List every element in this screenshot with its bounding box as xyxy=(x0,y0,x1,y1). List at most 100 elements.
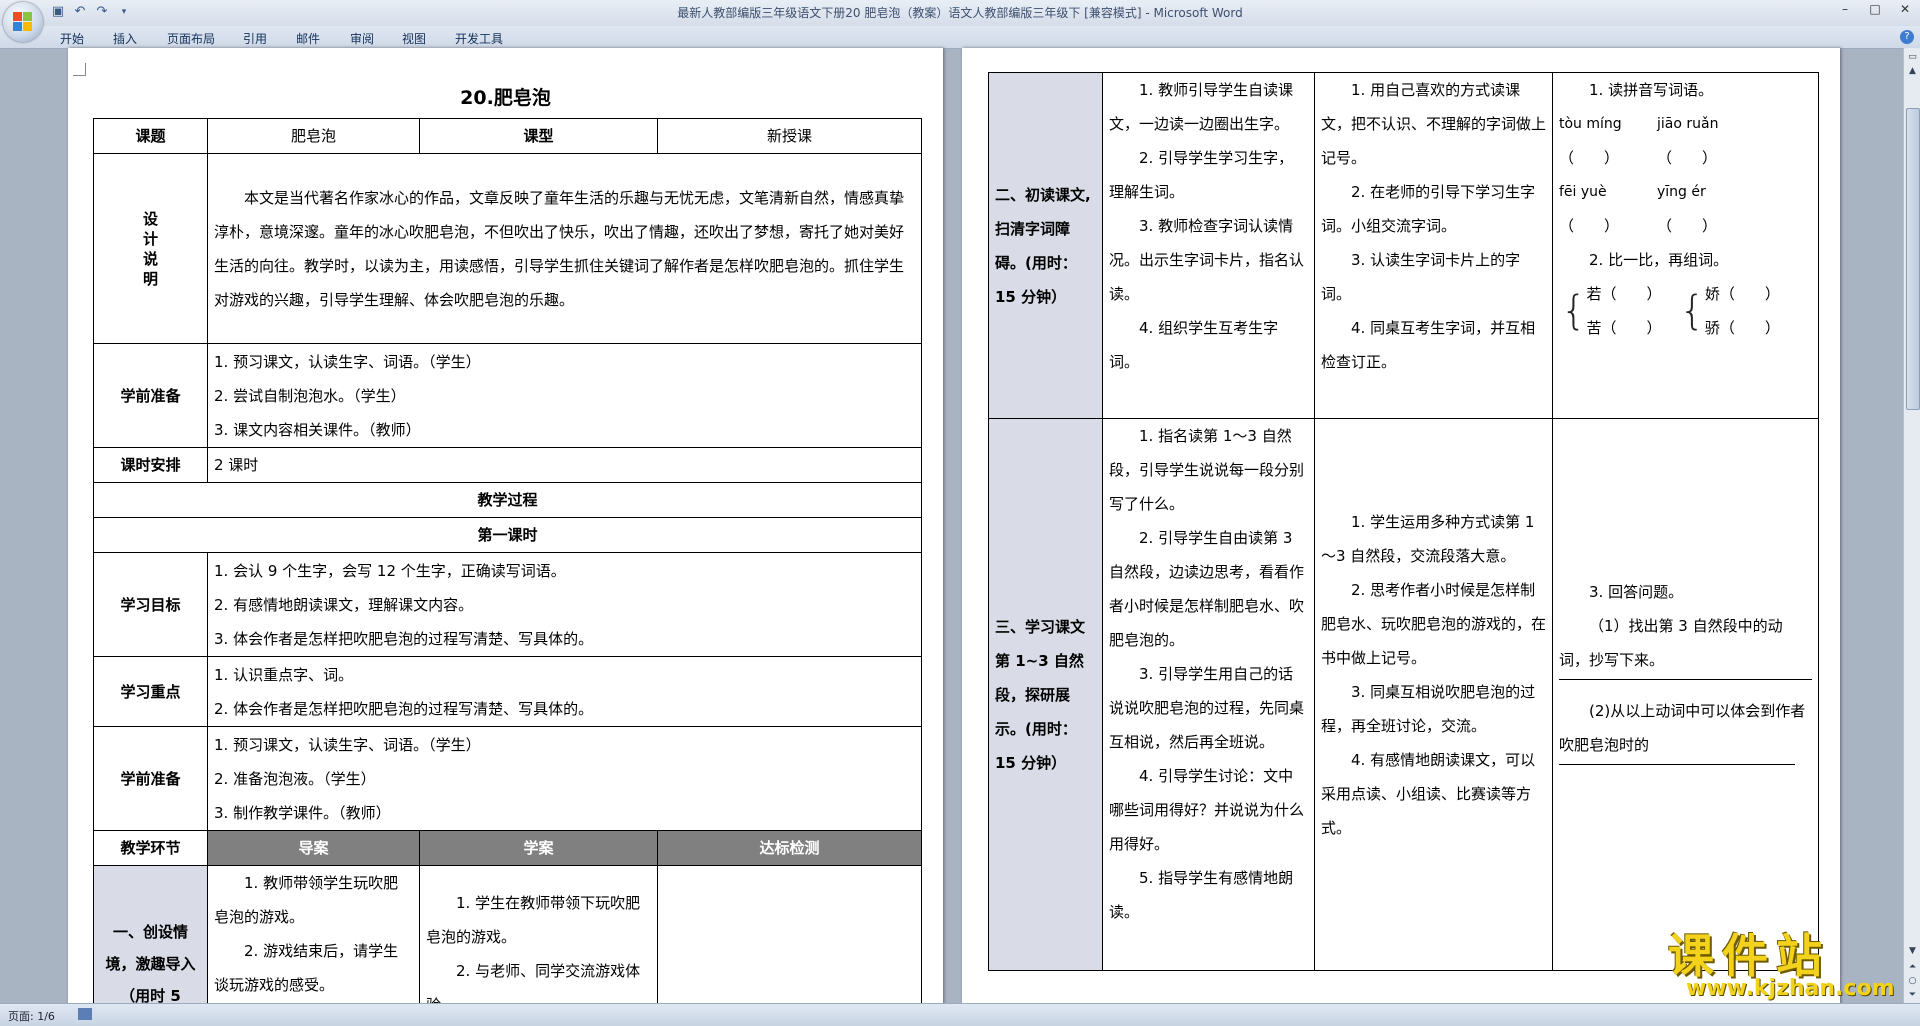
list-item: 3. 制作教学课件。（教师） xyxy=(214,803,391,822)
goals-label: 学习目标 xyxy=(93,552,208,657)
step3-stage: 三、学习课文第 1~3 自然段，探研展示。(用时：15 分钟） xyxy=(988,418,1103,971)
word-pair: { 若（ ） 苦（ ） xyxy=(1561,277,1661,345)
check-question-2: 2. 比一比，再组词。 xyxy=(1589,251,1729,269)
focus-label: 学习重点 xyxy=(93,656,208,727)
list-item: 2. 引导学生学习生字，理解生词。 xyxy=(1109,149,1294,201)
list-item: 1. 教师带领学生玩吹肥皂泡的游戏。 xyxy=(214,874,399,926)
pinyin-row: fēi yuè yīng ér xyxy=(1559,175,1812,209)
answer-blank-row: （ ） （ ） xyxy=(1559,141,1812,175)
goals-list: 1. 会认 9 个生字，会写 12 个生字，正确读写词语。 2. 有感情地朗读课… xyxy=(207,552,922,657)
title-bar: ▣ ↶ ↷ ▾ 最新人教部编版三年级语文下册20 肥皂泡（教案）语文人教部编版三… xyxy=(0,0,1920,26)
answer-blank: （ ） xyxy=(1657,217,1718,235)
check-question-3: 3. 回答问题。 xyxy=(1589,583,1684,601)
vertical-scrollbar[interactable]: ▭ ▲ ▼ ⏶ ○ ⏷ xyxy=(1903,48,1920,1003)
lesson-table-continued: 二、初读课文,扫清字词障碍。(用时：15 分钟） 1. 教师引导学生自读课文，一… xyxy=(988,72,1819,971)
list-item: 2. 尝试自制泡泡水。（学生） xyxy=(214,386,406,405)
office-button[interactable] xyxy=(3,2,43,42)
scroll-up-icon[interactable]: ▲ xyxy=(1907,66,1918,77)
tab-home[interactable]: 开始 xyxy=(60,30,84,47)
status-bar: 页面: 1/6 xyxy=(0,1003,1920,1026)
tab-developer[interactable]: 开发工具 xyxy=(455,30,503,47)
design-label: 设计说明 xyxy=(93,153,208,344)
list-item: 1. 预习课文，认读生字、词语。（学生） xyxy=(214,352,481,371)
check-question-1: 1. 读拼音写词语。 xyxy=(1589,81,1714,99)
tab-page-layout[interactable]: 页面布局 xyxy=(167,30,215,47)
list-item: 2. 体会作者是怎样把吹肥皂泡的过程写清楚、写具体的。 xyxy=(214,699,594,718)
tab-view[interactable]: 视图 xyxy=(402,30,426,47)
lesson-value: 肥皂泡 xyxy=(207,118,420,154)
lesson-table-top: 课题 肥皂泡 课型 新授课 设计说明 本文是当代著名作家冰心的作品，文章反映了童… xyxy=(93,118,922,1005)
step1-check xyxy=(657,865,922,1005)
document-title: 20.肥皂泡 xyxy=(460,87,551,109)
tab-review[interactable]: 审阅 xyxy=(350,30,374,47)
scroll-down-icon[interactable]: ▼ xyxy=(1907,946,1918,957)
list-item: 2. 有感情地朗读课文，理解课文内容。 xyxy=(214,595,474,614)
list-item: 3. 教师检查字词认读情况。出示生字词卡片，指名认读。 xyxy=(1109,217,1305,303)
list-item: 1. 指名读第 1～3 自然段，引导学生说说每一段分别写了什么。 xyxy=(1109,427,1305,513)
pinyin-word: yīng ér xyxy=(1657,184,1706,200)
list-item: 4. 引导学生讨论：文中哪些词用得好？并说说为什么用得好。 xyxy=(1109,767,1305,853)
list-item: 1. 学生运用多种方式读第 1～3 自然段，交流段落大意。 xyxy=(1321,513,1535,565)
ruler-toggle-icon[interactable]: ▭ xyxy=(1907,52,1918,63)
step3-study: 1. 学生运用多种方式读第 1～3 自然段，交流段落大意。 2. 思考作者小时候… xyxy=(1314,418,1553,971)
word-blank: 苦（ ） xyxy=(1586,319,1662,337)
list-item: 2. 在老师的引导下学习生字词。小组交流字词。 xyxy=(1321,183,1536,235)
word-blank: 娇（ ） xyxy=(1704,285,1780,303)
list-item: 1. 教师引导学生自读课文，一边读一边圈出生字。 xyxy=(1109,81,1294,133)
page-indicator[interactable]: 页面: 1/6 xyxy=(8,1008,55,1024)
list-item: 2. 引导学生自由读第 3 自然段，边读边思考，看看作者小时候是怎样制肥皂水、吹… xyxy=(1109,529,1305,649)
hours-value: 2 课时 xyxy=(207,447,922,483)
minimize-icon[interactable]: – xyxy=(1830,0,1860,20)
list-item: 2. 准备泡泡液。（学生） xyxy=(214,769,376,788)
compare-words: { 若（ ） 苦（ ） { 娇（ ） 骄（ ） xyxy=(1559,277,1812,345)
answer-line xyxy=(1559,762,1795,765)
pinyin-row: tòu míng jiāo ruǎn xyxy=(1559,107,1812,141)
tab-mailings[interactable]: 邮件 xyxy=(296,30,320,47)
watermark-url: www.kjzhan.com xyxy=(1686,976,1895,1001)
window-controls: – □ ✕ xyxy=(1830,0,1920,20)
check-subquestion: （1）找出第 3 自然段中的动词，抄写下来。 xyxy=(1559,617,1783,669)
help-icon[interactable]: ? xyxy=(1900,30,1914,44)
close-icon[interactable]: ✕ xyxy=(1890,0,1920,20)
step2-study: 1. 用自己喜欢的方式读课文，把不认识、不理解的字词做上记号。 2. 在老师的引… xyxy=(1314,72,1553,419)
list-item: 4. 组织学生互考生字词。 xyxy=(1109,319,1279,371)
list-item: 4. 同桌互考生字词，并互相检查订正。 xyxy=(1321,319,1536,371)
list-item: 1. 用自己喜欢的方式读课文，把不认识、不理解的字词做上记号。 xyxy=(1321,81,1547,167)
list-item: 3. 认读生字词卡片上的字词。 xyxy=(1321,251,1521,303)
list-item: 1. 认识重点字、词。 xyxy=(214,665,354,684)
list-item: 1. 学生在教师带领下玩吹肥皂泡的游戏。 xyxy=(426,894,641,946)
next-page-icon[interactable]: ⏷ xyxy=(1907,990,1918,1001)
word-pair: { 娇（ ） 骄（ ） xyxy=(1679,277,1779,345)
pinyin-word: jiāo ruǎn xyxy=(1657,116,1719,132)
list-item: 3. 引导学生用自己的话说说吹肥皂泡的过程，先同桌互相说，然后再全班说。 xyxy=(1109,665,1305,751)
prep2-label: 学前准备 xyxy=(93,726,208,831)
step2-guide: 1. 教师引导学生自读课文，一边读一边圈出生字。 2. 引导学生学习生字，理解生… xyxy=(1102,72,1315,419)
answer-blank: （ ） xyxy=(1559,149,1620,167)
stage-header: 教学环节 xyxy=(93,830,208,866)
step1-guide: 1. 教师带领学生玩吹肥皂泡的游戏。 2. 游戏结束后，请学生谈玩游戏的感受。 xyxy=(207,865,420,1005)
step2-check: 1. 读拼音写词语。 tòu míng jiāo ruǎn （ ） （ ） fē… xyxy=(1552,72,1819,419)
document-page-2: 二、初读课文,扫清字词障碍。(用时：15 分钟） 1. 教师引导学生自读课文，一… xyxy=(962,48,1840,1005)
list-item: 3. 课文内容相关课件。（教师） xyxy=(214,420,421,439)
proofing-icon[interactable] xyxy=(78,1008,92,1020)
design-text: 本文是当代著名作家冰心的作品，文章反映了童年生活的乐趣与无忧无虑，文笔清新自然，… xyxy=(207,153,922,344)
step1-study: 1. 学生在教师带领下玩吹肥皂泡的游戏。 2. 与老师、同学交流游戏体验。 xyxy=(419,865,658,1005)
step3-guide: 1. 指名读第 1～3 自然段，引导学生说说每一段分别写了什么。 2. 引导学生… xyxy=(1102,418,1315,971)
lesson-type-label: 课型 xyxy=(419,118,658,154)
scroll-thumb[interactable] xyxy=(1906,108,1920,410)
office-logo-icon xyxy=(13,12,33,32)
tab-insert[interactable]: 插入 xyxy=(113,30,137,47)
previous-page-icon[interactable]: ⏶ xyxy=(1907,962,1918,973)
maximize-icon[interactable]: □ xyxy=(1860,0,1890,20)
list-item: 5. 指导学生有感情地朗读。 xyxy=(1109,869,1294,921)
answer-blank-row: （ ） （ ） xyxy=(1559,209,1812,243)
prep2-list: 1. 预习课文，认读生字、词语。（学生） 2. 准备泡泡液。（学生） 3. 制作… xyxy=(207,726,922,831)
tab-references[interactable]: 引用 xyxy=(243,30,267,47)
list-item: 2. 思考作者小时候是怎样制肥皂水、玩吹肥皂泡的游戏的，在书中做上记号。 xyxy=(1321,581,1547,667)
pinyin-word: fēi yuè xyxy=(1559,184,1607,200)
page-corner-mark xyxy=(73,63,86,76)
lesson-type-value: 新授课 xyxy=(657,118,922,154)
list-item: 1. 会认 9 个生字，会写 12 个生字，正确读写词语。 xyxy=(214,561,566,580)
browse-object-icon[interactable]: ○ xyxy=(1907,976,1918,987)
brace-icon: { xyxy=(1679,288,1705,334)
